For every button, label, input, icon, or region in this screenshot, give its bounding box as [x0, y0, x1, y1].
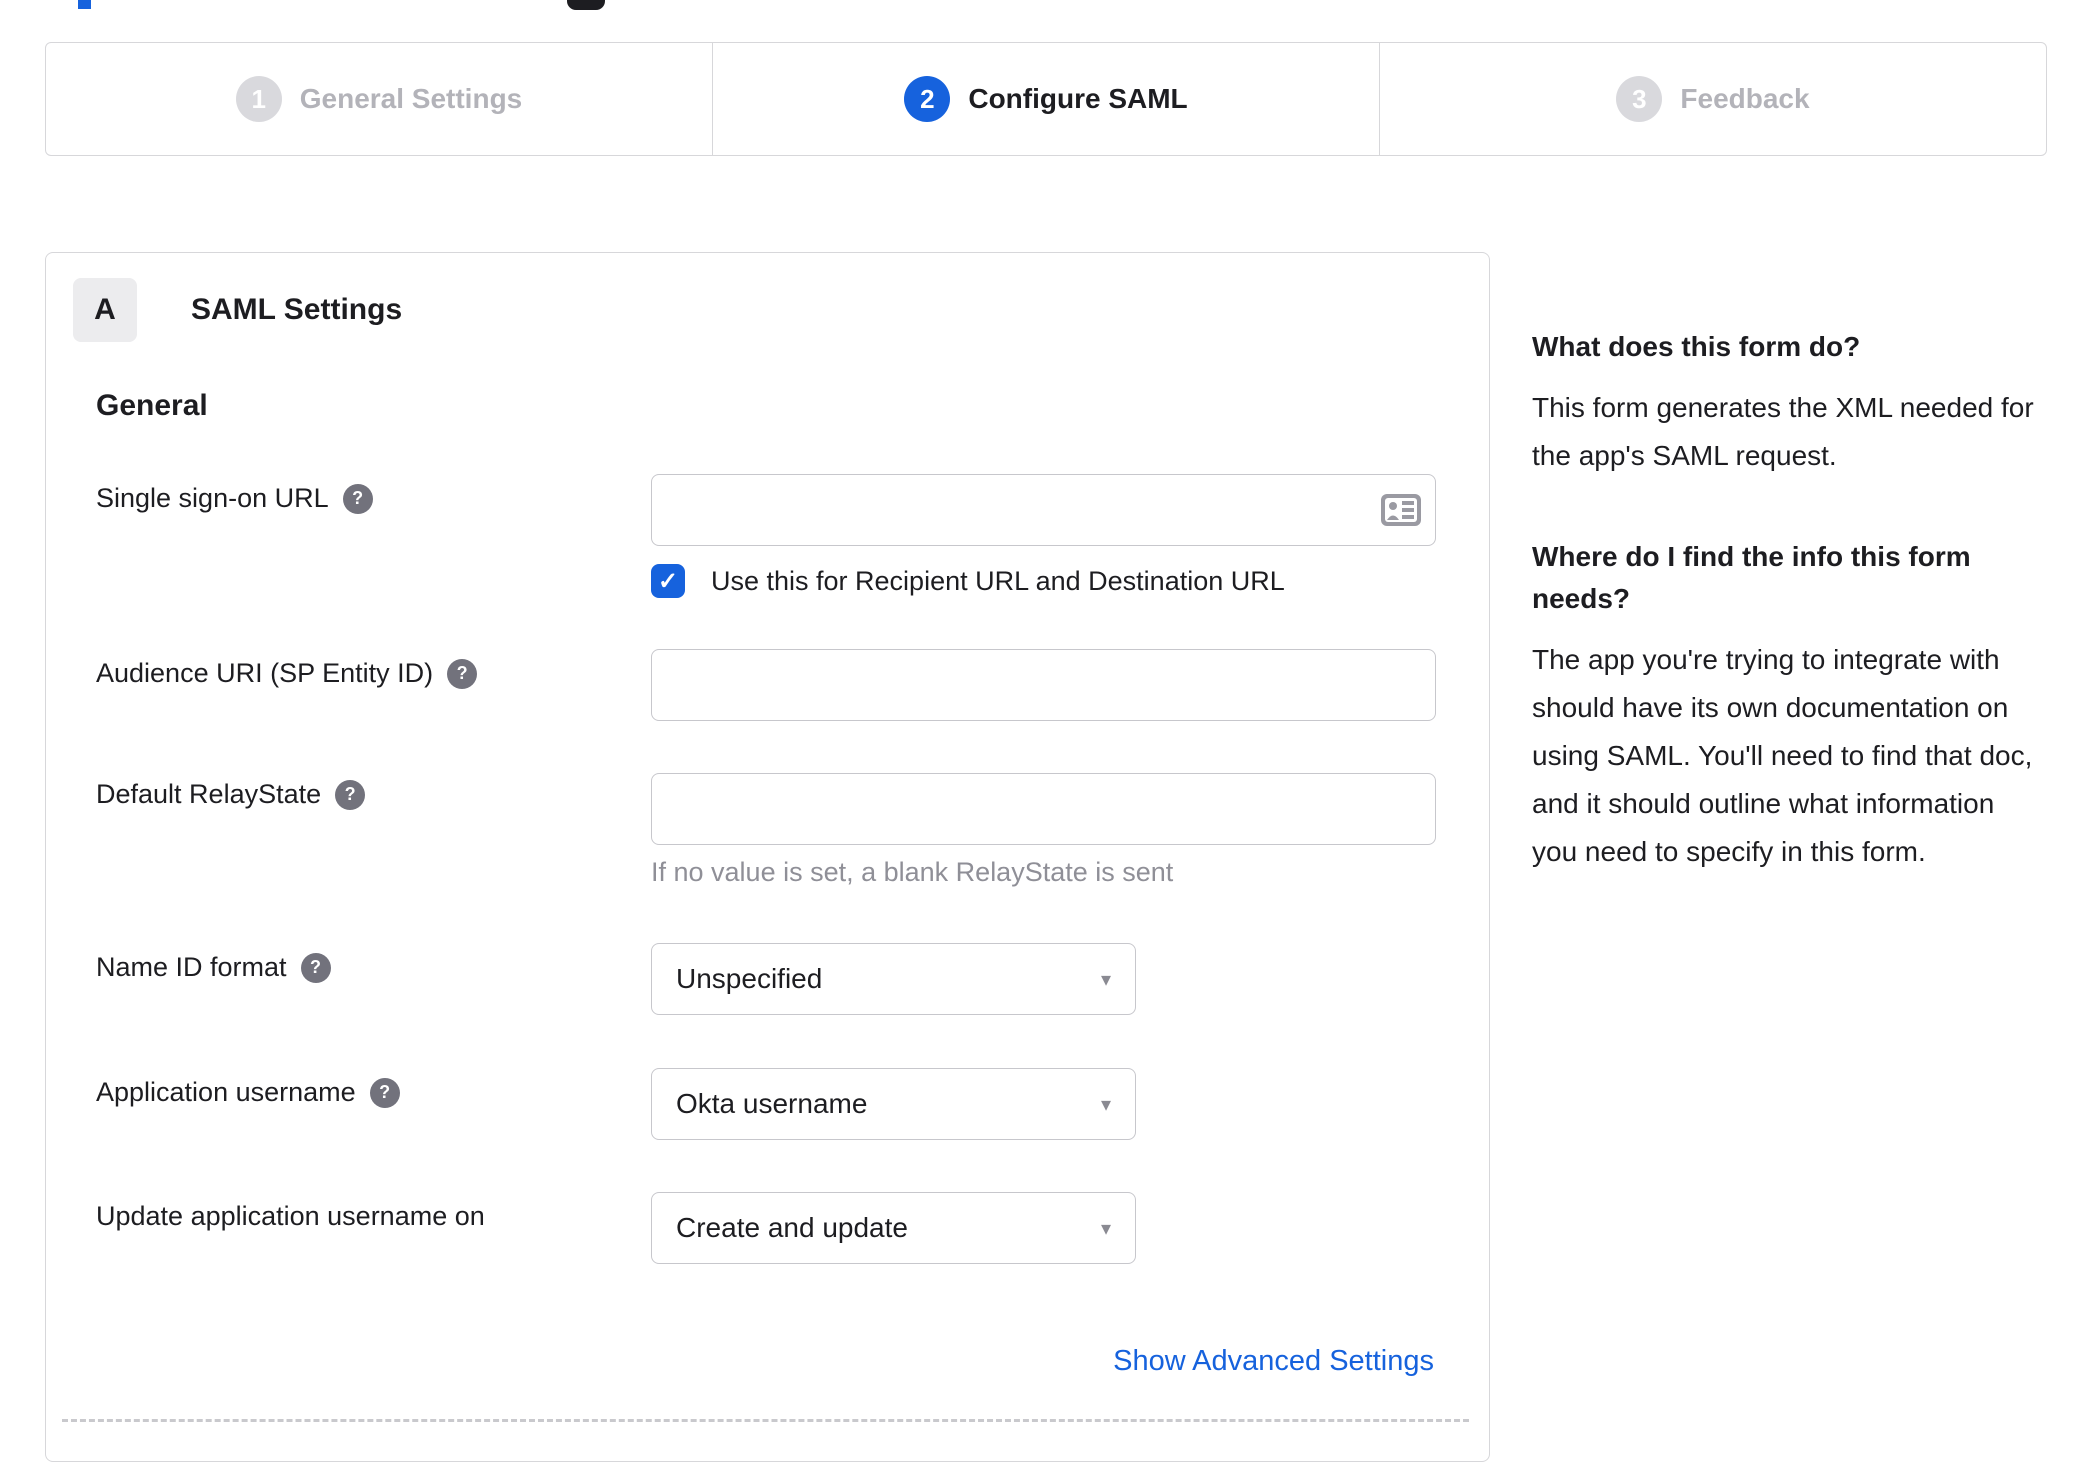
sidebar-body-text: The app you're trying to integrate with … — [1532, 644, 2033, 867]
name-id-format-select[interactable]: Unspecified ▾ — [651, 943, 1136, 1015]
caret-down-icon: ▾ — [1100, 1093, 1111, 1116]
step-3-number-badge: 3 — [1616, 76, 1663, 122]
name-id-format-label: Name ID format ? — [96, 952, 331, 983]
step-3-label: Feedback — [1680, 83, 1810, 114]
update-app-username-label: Update application username on — [96, 1201, 485, 1232]
checkbox-checked-icon[interactable]: ✓ — [651, 564, 685, 598]
cropped-logo-fragment — [567, 0, 605, 10]
audience-uri-label-text: Audience URI (SP Entity ID) — [96, 658, 434, 688]
sidebar-section-where: Where do I find the info this form needs… — [1532, 536, 2047, 876]
step-1-number-badge: 1 — [235, 76, 282, 122]
name-id-format-value: Unspecified — [676, 963, 823, 994]
general-section-title: General — [96, 389, 208, 422]
caret-down-icon: ▾ — [1100, 1217, 1111, 1240]
sidebar-body-text: This form generates the XML needed for t… — [1532, 392, 2034, 471]
update-app-username-label-text: Update application username on — [96, 1201, 485, 1231]
update-app-username-select[interactable]: Create and update ▾ — [651, 1192, 1136, 1264]
help-icon[interactable]: ? — [300, 952, 331, 983]
wizard-stepper: 1 General Settings 2 Configure SAML 3 Fe… — [45, 42, 2047, 156]
step-2-label: Configure SAML — [968, 83, 1188, 114]
sidebar-section-what: What does this form do? This form genera… — [1532, 326, 2047, 480]
section-dashed-divider — [62, 1419, 1469, 1422]
recipient-url-checkbox-label: Use this for Recipient URL and Destinati… — [711, 565, 1285, 596]
app-username-label-text: Application username — [96, 1077, 356, 1107]
show-advanced-settings-link[interactable]: Show Advanced Settings — [1113, 1345, 1434, 1378]
help-icon[interactable]: ? — [369, 1077, 400, 1108]
step-2-number-badge: 2 — [904, 76, 951, 122]
step-feedback[interactable]: 3 Feedback — [1379, 43, 2046, 155]
help-icon[interactable]: ? — [447, 658, 478, 689]
sso-url-label: Single sign-on URL ? — [96, 483, 373, 514]
panel-title: SAML Settings — [191, 293, 403, 326]
step-1-label: General Settings — [299, 83, 523, 114]
step-configure-saml[interactable]: 2 Configure SAML — [712, 43, 1379, 155]
relay-state-label: Default RelayState ? — [96, 779, 366, 810]
relay-state-input[interactable] — [651, 773, 1436, 845]
app-username-select[interactable]: Okta username ▾ — [651, 1068, 1136, 1140]
app-username-value: Okta username — [676, 1088, 868, 1119]
section-a-badge: A — [73, 278, 137, 342]
name-id-format-label-text: Name ID format — [96, 952, 287, 982]
saml-settings-panel: A SAML Settings General Single sign-on U… — [45, 252, 1490, 1462]
sidebar-heading: Where do I find the info this form needs… — [1532, 541, 1971, 614]
help-sidebar: What does this form do? This form genera… — [1532, 326, 2047, 876]
sso-url-label-text: Single sign-on URL — [96, 483, 329, 513]
cropped-blue-fragment — [78, 0, 91, 9]
audience-uri-input[interactable] — [651, 649, 1436, 721]
help-icon[interactable]: ? — [335, 779, 366, 810]
sso-url-input[interactable] — [651, 474, 1436, 546]
sidebar-heading: What does this form do? — [1532, 331, 1861, 362]
app-username-label: Application username ? — [96, 1077, 400, 1108]
step-general-settings[interactable]: 1 General Settings — [46, 43, 712, 155]
caret-down-icon: ▾ — [1100, 968, 1111, 991]
help-icon[interactable]: ? — [342, 483, 373, 514]
relay-state-label-text: Default RelayState — [96, 779, 322, 809]
audience-uri-label: Audience URI (SP Entity ID) ? — [96, 658, 478, 689]
update-app-username-value: Create and update — [676, 1212, 908, 1243]
relay-state-helper-text: If no value is set, a blank RelayState i… — [651, 857, 1174, 887]
panel-header: A SAML Settings — [73, 278, 402, 342]
recipient-url-checkbox-row[interactable]: ✓ Use this for Recipient URL and Destina… — [651, 564, 1285, 598]
